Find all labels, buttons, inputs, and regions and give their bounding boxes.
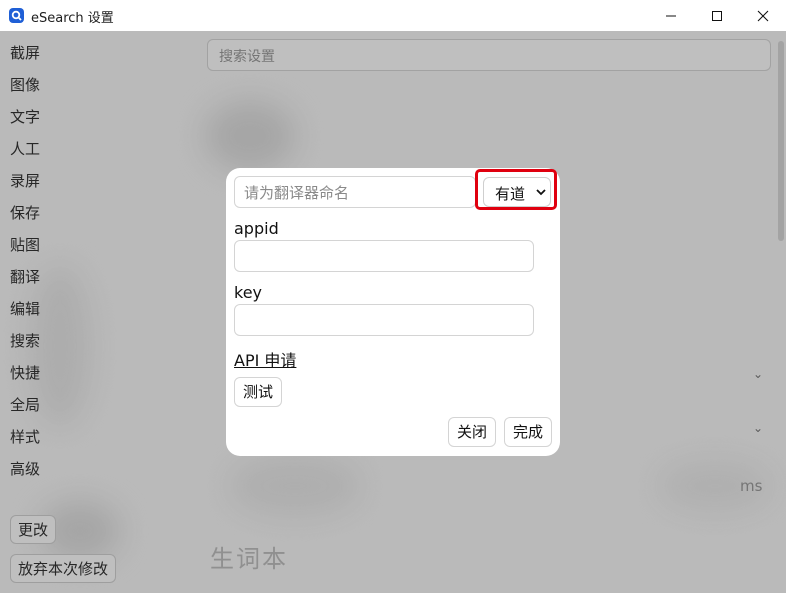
engine-select[interactable]: 有道 bbox=[483, 177, 551, 207]
translator-name-placeholder: 请为翻译器命名 bbox=[244, 184, 350, 202]
title-bar: eSearch 设置 bbox=[0, 0, 786, 31]
chevron-down-icon bbox=[536, 189, 546, 196]
close-icon bbox=[757, 10, 769, 22]
appid-label: appid bbox=[234, 219, 279, 238]
close-window-button[interactable] bbox=[740, 0, 786, 31]
appid-input[interactable] bbox=[234, 240, 534, 272]
window-title: eSearch 设置 bbox=[31, 11, 114, 26]
test-button[interactable]: 测试 bbox=[234, 377, 282, 407]
key-label: key bbox=[234, 283, 263, 302]
app-logo-icon bbox=[9, 8, 24, 23]
api-apply-link[interactable]: API 申请 bbox=[234, 347, 296, 371]
maximize-button[interactable] bbox=[694, 0, 740, 31]
key-input[interactable] bbox=[234, 304, 534, 336]
maximize-icon bbox=[712, 11, 722, 21]
done-button[interactable]: 完成 bbox=[504, 417, 552, 447]
close-dialog-button[interactable]: 关闭 bbox=[448, 417, 496, 447]
translator-dialog: 请为翻译器命名 有道 appid key API 申请 测试 关闭 完成 bbox=[226, 168, 560, 456]
minimize-icon bbox=[666, 15, 676, 17]
minimize-button[interactable] bbox=[648, 0, 694, 31]
translator-name-input[interactable]: 请为翻译器命名 bbox=[234, 176, 476, 208]
engine-select-value: 有道 bbox=[495, 185, 526, 203]
